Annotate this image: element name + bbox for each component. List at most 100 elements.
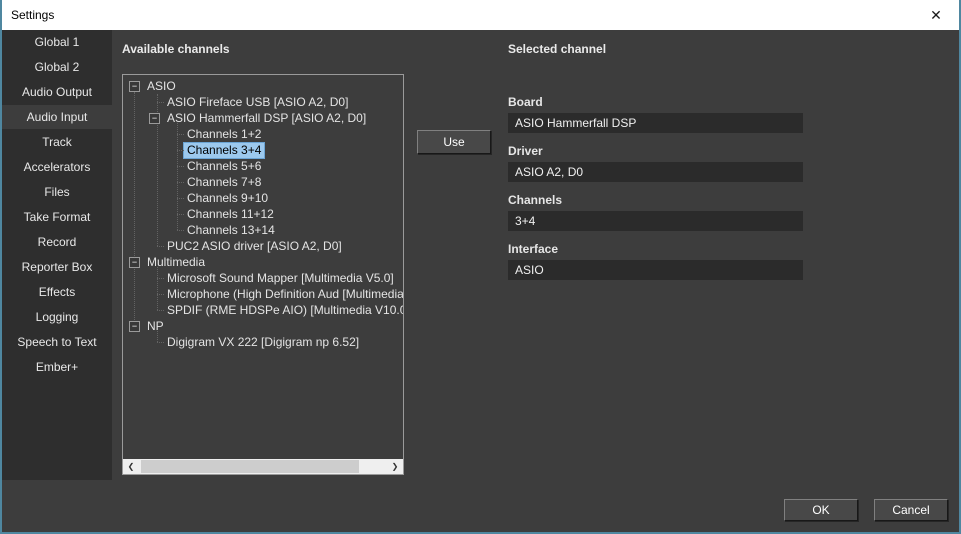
sidebar-item-label: Take Format (24, 210, 91, 224)
tree-item-label[interactable]: ASIO (144, 79, 179, 94)
tree-row[interactable]: Channels 9+10 (123, 190, 403, 206)
tree-row[interactable]: PUC2 ASIO driver [ASIO A2, D0] (123, 238, 403, 254)
sidebar-item-label: Record (38, 235, 77, 249)
field-value[interactable]: ASIO Hammerfall DSP (508, 113, 803, 133)
close-icon[interactable]: ✕ (913, 0, 959, 30)
collapse-icon[interactable]: − (149, 113, 160, 124)
tree-connector (157, 331, 158, 342)
field-group-board: Board ASIO Hammerfall DSP (508, 95, 803, 133)
tree-row[interactable]: Microphone (High Definition Aud [Multime… (123, 286, 403, 302)
tree-row[interactable]: Channels 5+6 (123, 158, 403, 174)
sidebar-item-label: Effects (39, 285, 75, 299)
main-panel: Available channels Selected channel −ASI… (112, 30, 959, 532)
field-label: Board (508, 95, 803, 109)
tree-row[interactable]: Channels 13+14 (123, 222, 403, 238)
field-label: Channels (508, 193, 803, 207)
field-label: Interface (508, 242, 803, 256)
field-list: Board ASIO Hammerfall DSP Driver ASIO A2, D… (508, 95, 803, 291)
tree-row[interactable]: ASIO Fireface USB [ASIO A2, D0] (123, 94, 403, 110)
tree-item-label[interactable]: Microphone (High Definition Aud [Multime… (164, 287, 403, 302)
collapse-icon[interactable]: − (129, 257, 140, 268)
tree-item-label[interactable]: SPDIF (RME HDSPe AIO) [Multimedia V10.0] (164, 303, 403, 318)
tree-item-label[interactable]: PUC2 ASIO driver [ASIO A2, D0] (164, 239, 345, 254)
sidebar-item-label: Accelerators (24, 160, 91, 174)
tree-connector (177, 123, 178, 230)
tree-row[interactable]: Channels 3+4 (123, 142, 403, 158)
sidebar-item-logging[interactable]: Logging (2, 305, 112, 329)
sidebar-item-global-2[interactable]: Global 2 (2, 55, 112, 79)
tree-row[interactable]: Channels 7+8 (123, 174, 403, 190)
sidebar-item-accelerators[interactable]: Accelerators (2, 155, 112, 179)
field-label: Driver (508, 144, 803, 158)
selected-channel-label: Selected channel (508, 42, 606, 56)
tree-item-label[interactable]: NP (144, 319, 167, 334)
tree-row[interactable]: −NP (123, 318, 403, 334)
sidebar-item-ember-[interactable]: Ember+ (2, 355, 112, 379)
scroll-right-icon[interactable]: ❯ (387, 459, 403, 474)
tree-item-label[interactable]: Channels 9+10 (184, 191, 271, 206)
tree-item-label[interactable]: Channels 11+12 (184, 207, 277, 222)
ok-button[interactable]: OK (784, 499, 858, 521)
sidebar-item-record[interactable]: Record (2, 230, 112, 254)
tree-item-label[interactable]: ASIO Fireface USB [ASIO A2, D0] (164, 95, 351, 110)
sidebar-item-reporter-box[interactable]: Reporter Box (2, 255, 112, 279)
use-button[interactable]: Use (417, 130, 491, 154)
tree-connector (157, 267, 158, 310)
tree-item-label[interactable]: Channels 13+14 (184, 223, 278, 238)
sidebar-item-speech-to-text[interactable]: Speech to Text (2, 330, 112, 354)
tree-row[interactable]: Microsoft Sound Mapper [Multimedia V5.0] (123, 270, 403, 286)
sidebar-item-label: Ember+ (36, 360, 78, 374)
sidebar-item-label: Logging (36, 310, 79, 324)
sidebar: Global 1 Global 2 Audio Output Audio Input T… (2, 30, 112, 480)
sidebar-item-label: Files (44, 185, 69, 199)
collapse-icon[interactable]: − (129, 321, 140, 332)
tree-item-label[interactable]: ASIO Hammerfall DSP [ASIO A2, D0] (164, 111, 369, 126)
tree-row[interactable]: Digigram VX 222 [Digigram np 6.52] (123, 334, 403, 350)
tree-item-label[interactable]: Channels 1+2 (184, 127, 264, 142)
sidebar-item-label: Reporter Box (22, 260, 93, 274)
tree-row[interactable]: −ASIO (123, 78, 403, 94)
sidebar-item-label: Audio Output (22, 85, 92, 99)
tree-connector (134, 92, 135, 326)
sidebar-item-label: Global 1 (35, 35, 80, 49)
sidebar-item-take-format[interactable]: Take Format (2, 205, 112, 229)
field-group-interface: Interface ASIO (508, 242, 803, 280)
channel-tree-panel: −ASIOASIO Fireface USB [ASIO A2, D0]−ASI… (122, 74, 404, 475)
available-channels-label: Available channels (122, 42, 230, 56)
field-value[interactable]: ASIO (508, 260, 803, 280)
tree-row[interactable]: Channels 1+2 (123, 126, 403, 142)
sidebar-item-audio-output[interactable]: Audio Output (2, 80, 112, 104)
title-bar: Settings ✕ (2, 0, 959, 30)
sidebar-item-label: Global 2 (35, 60, 80, 74)
settings-window: Settings ✕ Global 1 Global 2 Audio Output A… (0, 0, 961, 534)
tree-row[interactable]: Channels 11+12 (123, 206, 403, 222)
field-group-channels: Channels 3+4 (508, 193, 803, 231)
sidebar-item-files[interactable]: Files (2, 180, 112, 204)
tree-item-label[interactable]: Channels 5+6 (184, 159, 264, 174)
scrollbar-thumb[interactable] (141, 460, 359, 473)
tree-item-label[interactable]: Channels 7+8 (184, 175, 264, 190)
tree-item-label[interactable]: Channels 3+4 (184, 143, 264, 158)
sidebar-item-global-1[interactable]: Global 1 (2, 30, 112, 54)
sidebar-item-audio-input[interactable]: Audio Input (2, 105, 112, 129)
tree-row[interactable]: −ASIO Hammerfall DSP [ASIO A2, D0] (123, 110, 403, 126)
sidebar-item-effects[interactable]: Effects (2, 280, 112, 304)
tree-item-label[interactable]: Microsoft Sound Mapper [Multimedia V5.0] (164, 271, 397, 286)
tree-row[interactable]: −Multimedia (123, 254, 403, 270)
sidebar-item-label: Track (42, 135, 72, 149)
collapse-icon[interactable]: − (129, 81, 140, 92)
sidebar-item-track[interactable]: Track (2, 130, 112, 154)
tree-item-label[interactable]: Multimedia (144, 255, 208, 270)
sidebar-item-label: Speech to Text (17, 335, 96, 349)
tree-row[interactable]: SPDIF (RME HDSPe AIO) [Multimedia V10.0] (123, 302, 403, 318)
field-value[interactable]: 3+4 (508, 211, 803, 231)
scroll-left-icon[interactable]: ❮ (123, 459, 139, 474)
field-group-driver: Driver ASIO A2, D0 (508, 144, 803, 182)
dialog-body: Global 1 Global 2 Audio Output Audio Input T… (2, 30, 959, 532)
horizontal-scrollbar[interactable]: ❮ ❯ (123, 459, 403, 474)
sidebar-item-label: Audio Input (27, 110, 88, 124)
field-value[interactable]: ASIO A2, D0 (508, 162, 803, 182)
tree-item-label[interactable]: Digigram VX 222 [Digigram np 6.52] (164, 335, 362, 350)
tree: −ASIOASIO Fireface USB [ASIO A2, D0]−ASI… (123, 75, 403, 474)
cancel-button[interactable]: Cancel (874, 499, 948, 521)
